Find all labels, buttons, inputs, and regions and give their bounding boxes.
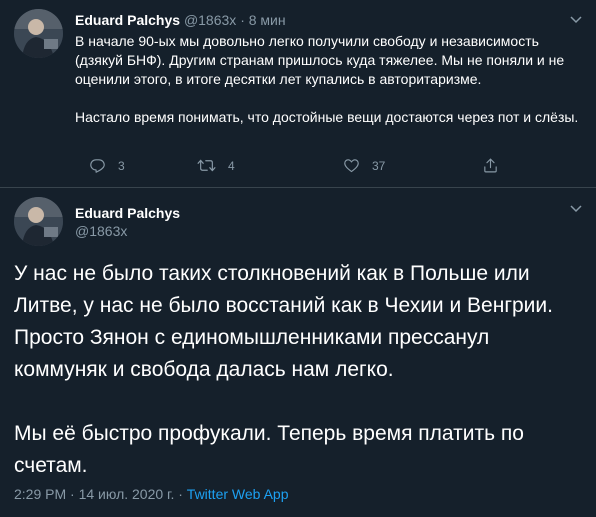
tweet-paragraph: Настало время понимать, что достойные ве…	[75, 109, 579, 125]
retweet-button[interactable]: 4	[197, 157, 235, 174]
tweet-time[interactable]: 2:29 PM	[14, 486, 66, 502]
avatar[interactable]	[14, 9, 63, 58]
separator: ·	[178, 486, 183, 502]
tweet-time[interactable]: 8 мин	[249, 12, 286, 28]
reply-icon	[90, 159, 105, 173]
author-handle[interactable]: @1863x	[75, 222, 127, 240]
avatar[interactable]	[14, 197, 63, 246]
tweet-paragraph: Мы её быстро профукали. Теперь время пла…	[14, 422, 524, 477]
retweet-icon	[197, 159, 216, 172]
reply-count: 3	[118, 158, 125, 173]
chevron-down-icon[interactable]	[568, 11, 584, 27]
tweet-date[interactable]: 14 июл. 2020 г.	[79, 486, 175, 502]
avatar-photo	[14, 9, 63, 58]
author-name[interactable]: Eduard Palchys	[75, 204, 180, 222]
tweet-text: В начале 90-ых мы довольно легко получил…	[75, 32, 580, 127]
avatar-photo	[14, 197, 63, 246]
reply-button[interactable]: 3	[89, 157, 125, 174]
source-link[interactable]: Twitter Web App	[187, 486, 289, 502]
like-count: 37	[372, 158, 386, 173]
like-icon	[344, 159, 359, 173]
author-handle[interactable]: @1863x	[184, 12, 236, 28]
tweet-1[interactable]: Eduard Palchys @1863x · 8 мин В начале 9…	[0, 0, 596, 188]
like-button[interactable]: 37	[343, 157, 385, 174]
retweet-count: 4	[228, 158, 235, 173]
tweet-paragraph: У нас не было таких столкновений как в П…	[14, 262, 553, 381]
author-name[interactable]: Eduard Palchys	[75, 12, 180, 28]
share-icon	[484, 158, 497, 173]
separator: ·	[70, 486, 75, 502]
share-button[interactable]	[482, 157, 499, 174]
tweet-meta: 2:29 PM · 14 июл. 2020 г. · Twitter Web …	[14, 485, 288, 503]
tweet-text: У нас не было таких столкновений как в П…	[14, 258, 584, 482]
separator: ·	[240, 12, 245, 28]
tweet-header: Eduard Palchys @1863x · 8 мин	[75, 11, 286, 29]
tweet-paragraph: В начале 90-ых мы довольно легко получил…	[75, 33, 565, 87]
chevron-down-icon[interactable]	[568, 200, 584, 216]
tweet-actions: 3 4 37	[75, 157, 515, 177]
